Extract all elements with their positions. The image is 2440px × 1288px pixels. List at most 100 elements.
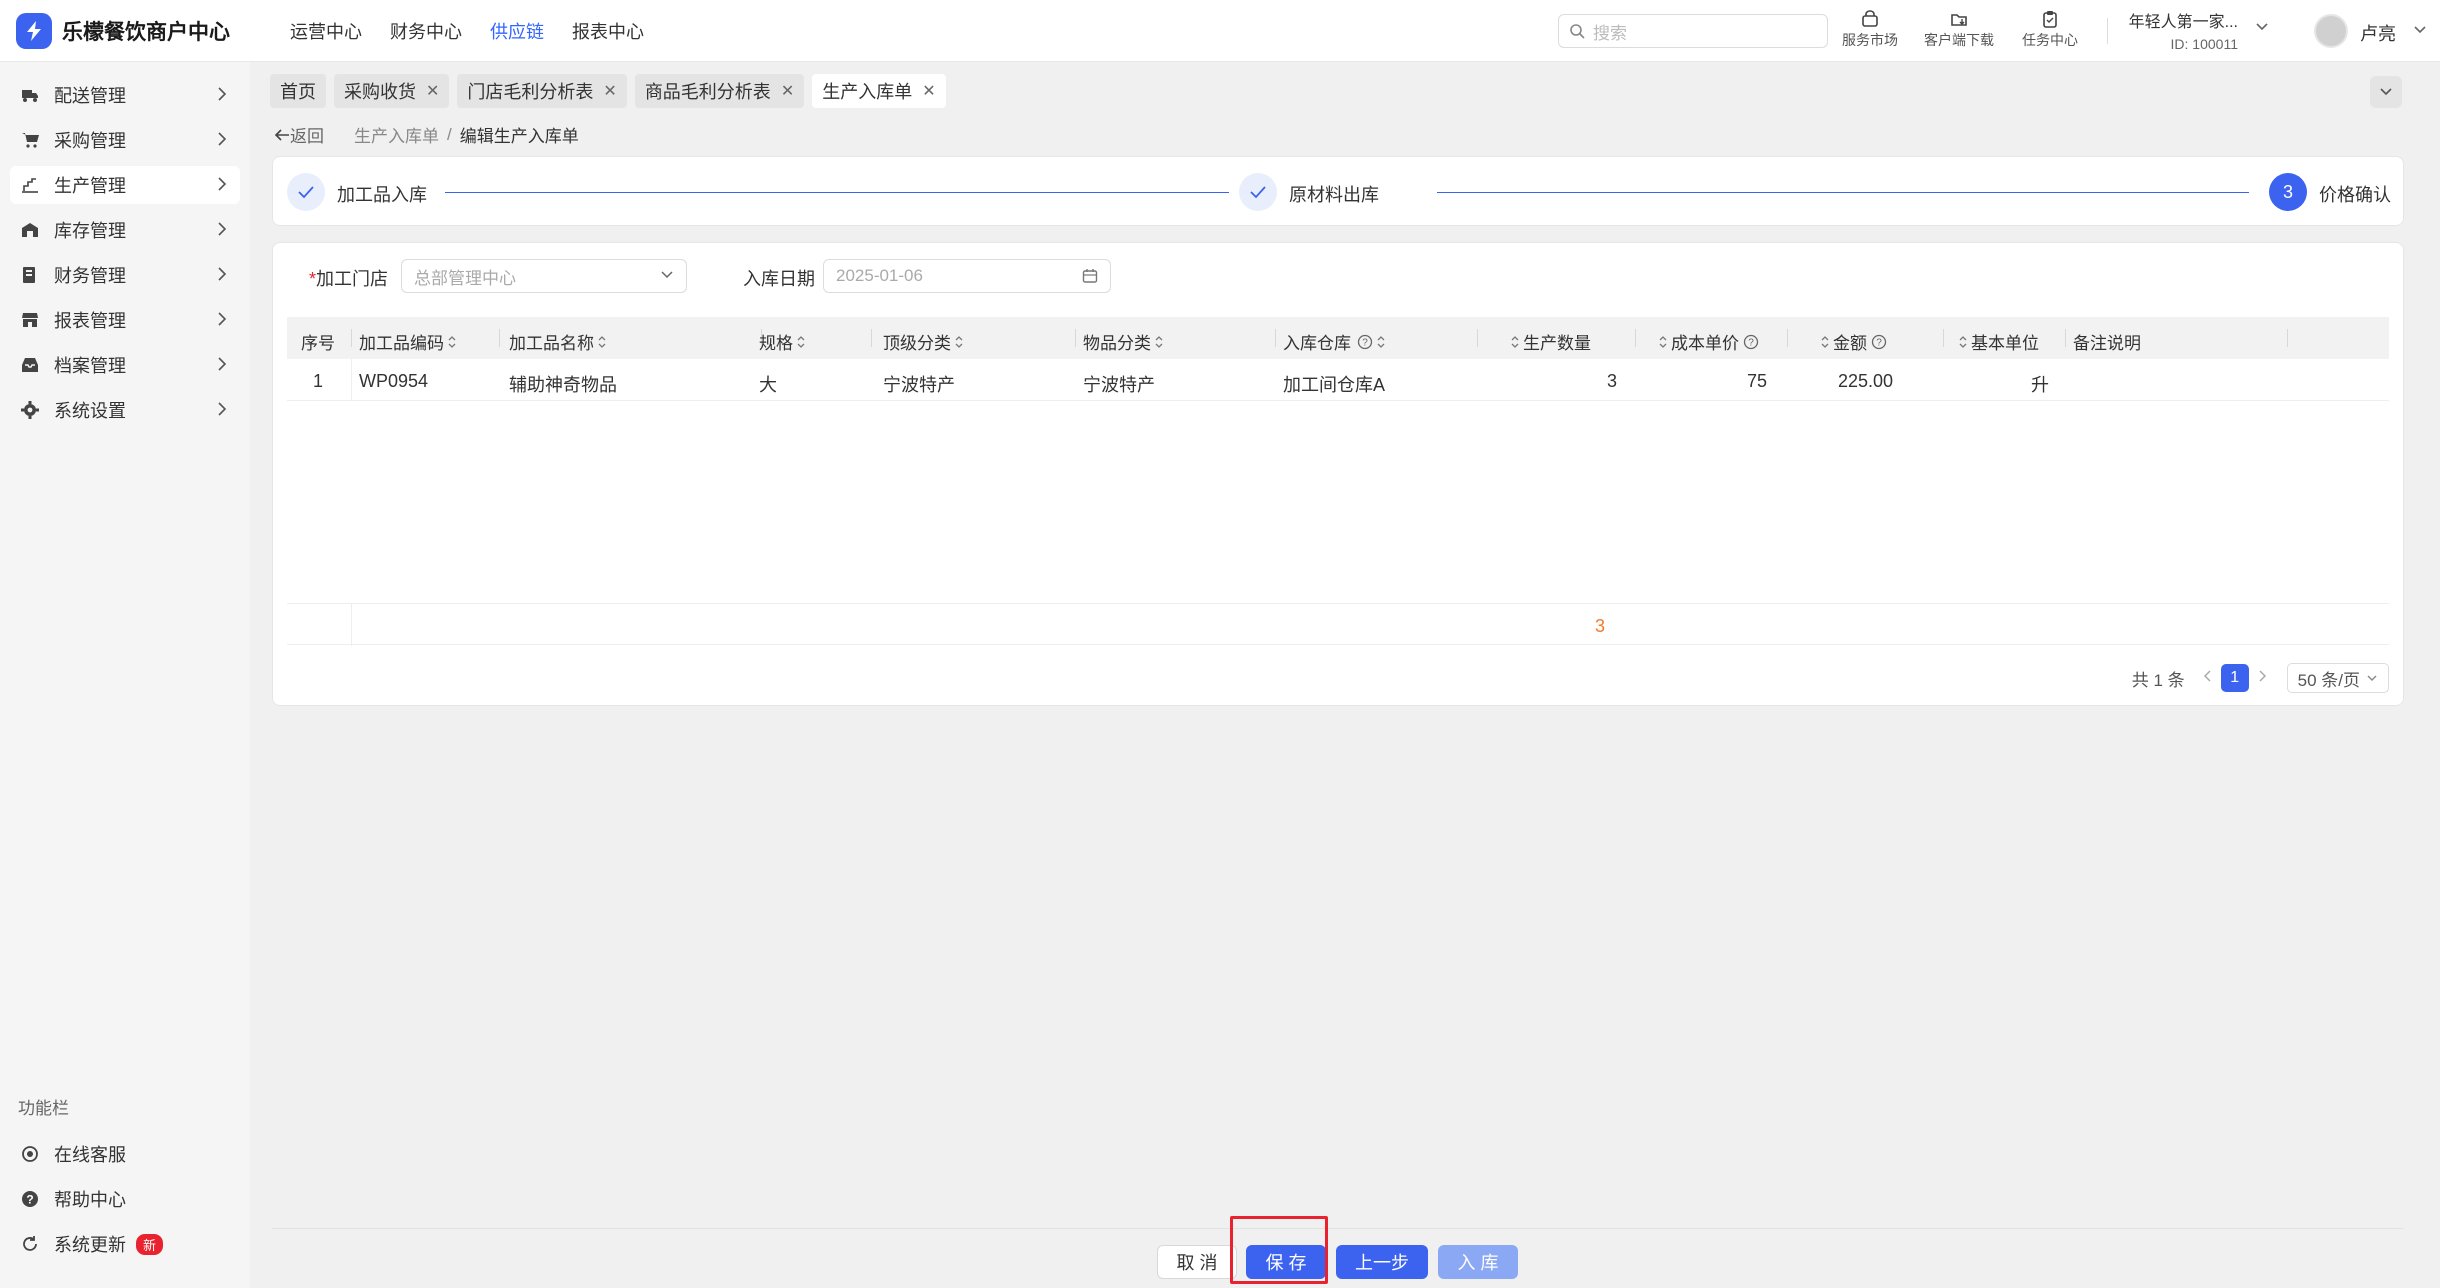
info-icon: ?	[1357, 334, 1373, 349]
tab-purchase-receive[interactable]: 采购收货 ✕	[334, 74, 450, 108]
sidebar-item-finance[interactable]: 财务管理	[10, 256, 240, 294]
tab-label: 门店毛利分析表	[467, 82, 594, 102]
client-download-label: 客户端下载	[1924, 32, 1994, 48]
sidebar-item-production[interactable]: 生产管理	[10, 166, 240, 204]
org-switcher[interactable]: 年轻人第一家... ID: 100011	[2128, 8, 2238, 52]
svg-text:?: ?	[1748, 337, 1754, 348]
breadcrumb: 返回 生产入库单 / 编辑生产入库单	[274, 122, 579, 147]
sidebar-item-online-service[interactable]: 在线客服	[10, 1135, 240, 1173]
chevron-down-icon[interactable]	[2414, 24, 2426, 36]
check-icon	[1250, 186, 1266, 199]
col-top-category[interactable]: 顶级分类	[883, 329, 967, 354]
page-tabs: 首页 采购收货 ✕ 门店毛利分析表 ✕ 商品毛利分析表 ✕ 生产入库单 ✕	[270, 74, 954, 108]
chevron-right-icon	[218, 177, 227, 191]
col-warehouse[interactable]: 入库仓库?	[1283, 329, 1389, 354]
page-number-button[interactable]: 1	[2220, 664, 2249, 692]
sidebar-item-inventory[interactable]: 库存管理	[10, 211, 240, 249]
back-label: 返回	[290, 127, 324, 146]
sidebar-item-archives[interactable]: 档案管理	[10, 346, 240, 384]
tab-home[interactable]: 首页	[270, 74, 326, 108]
sidebar-item-purchase[interactable]: 采购管理	[10, 121, 240, 159]
cart-icon	[20, 130, 40, 150]
col-code[interactable]: 加工品编码	[359, 329, 460, 354]
previous-step-button[interactable]: 上一步	[1336, 1245, 1428, 1279]
cell-base-unit: 升	[2031, 375, 2049, 395]
chevron-down-icon	[661, 271, 673, 279]
sidebar-item-settings[interactable]: 系统设置	[10, 391, 240, 429]
info-icon: ?	[1871, 334, 1887, 349]
column-divider	[1477, 329, 1478, 347]
table-row[interactable]: 1 WP0954 辅助神奇物品 大 宁波特产 宁波特产 加工间仓库A 3 75 …	[287, 359, 2389, 401]
col-base-unit[interactable]: 基本单位	[1955, 329, 2039, 354]
service-market-button[interactable]: 服务市场	[1842, 8, 1898, 50]
cell-index: 1	[313, 371, 324, 391]
sidebar-item-label: 配送管理	[54, 86, 126, 106]
col-index: 序号	[301, 334, 335, 353]
store-select[interactable]: 总部管理中心	[401, 259, 687, 293]
cell-spec: 大	[759, 375, 777, 395]
chart-icon	[20, 175, 40, 195]
cell-amount: 225.00	[1837, 371, 1893, 391]
cell-category: 宁波特产	[1083, 375, 1155, 395]
sidebar-item-delivery[interactable]: 配送管理	[10, 76, 240, 114]
close-icon[interactable]: ✕	[922, 81, 935, 101]
submit-receipt-button[interactable]: 入 库	[1438, 1245, 1518, 1279]
sidebar-item-reports[interactable]: 报表管理	[10, 301, 240, 339]
user-name[interactable]: 卢亮	[2360, 20, 2396, 46]
close-icon[interactable]: ✕	[603, 81, 616, 101]
sort-icon	[1959, 335, 1967, 348]
sidebar-item-update[interactable]: 系统更新 新	[10, 1225, 240, 1263]
close-icon[interactable]: ✕	[781, 81, 794, 101]
col-name-label: 加工品名称	[509, 334, 594, 353]
table-summary-row: 3	[287, 603, 2389, 646]
sort-icon	[797, 335, 805, 348]
top-nav: 运营中心 财务中心 供应链 报表中心	[290, 18, 672, 44]
breadcrumb-parent[interactable]: 生产入库单	[354, 122, 439, 147]
sort-icon	[1821, 335, 1829, 348]
search-input[interactable]: 搜索	[1558, 14, 1828, 48]
tab-production-receipt[interactable]: 生产入库单 ✕	[812, 74, 946, 108]
logo-icon	[16, 12, 52, 49]
back-button[interactable]: 返回	[274, 122, 324, 147]
sidebar-item-help[interactable]: ? 帮助中心	[10, 1180, 240, 1218]
client-download-button[interactable]: 客户端下载	[1924, 8, 1994, 50]
avatar[interactable]	[2314, 14, 2348, 48]
next-page-button[interactable]	[2257, 668, 2267, 688]
col-unit-price[interactable]: 成本单价?	[1655, 329, 1759, 354]
prev-page-button[interactable]	[2203, 668, 2213, 688]
topnav-supply-chain[interactable]: 供应链	[490, 18, 544, 44]
search-placeholder: 搜索	[1593, 23, 1627, 43]
topnav-reports[interactable]: 报表中心	[572, 18, 644, 44]
topnav-finance[interactable]: 财务中心	[390, 18, 462, 44]
download-icon	[1950, 8, 1968, 30]
topnav-operations[interactable]: 运营中心	[290, 18, 362, 44]
step-1-circle	[287, 173, 325, 211]
page-size-select[interactable]: 50 条/页	[2286, 663, 2389, 693]
sidebar-item-label: 库存管理	[54, 221, 126, 241]
col-quantity[interactable]: 生产数量	[1507, 329, 1591, 354]
sidebar-item-label: 报表管理	[54, 311, 126, 331]
col-spec[interactable]: 规格	[759, 329, 809, 354]
org-id: ID: 100011	[2170, 36, 2238, 52]
task-center-button[interactable]: 任务中心	[2022, 8, 2078, 50]
breadcrumb-separator: /	[447, 124, 452, 144]
tab-store-margin[interactable]: 门店毛利分析表 ✕	[457, 74, 627, 108]
col-name[interactable]: 加工品名称	[509, 329, 610, 354]
store-select-value: 总部管理中心	[414, 268, 516, 288]
close-icon[interactable]: ✕	[426, 81, 439, 101]
app-logo[interactable]: 乐檬餐饮商户中心	[16, 12, 256, 49]
tab-label: 商品毛利分析表	[644, 82, 771, 102]
step-3-label: 价格确认	[2319, 185, 2391, 205]
column-divider	[351, 329, 352, 347]
arrow-left-icon	[274, 128, 289, 141]
col-category[interactable]: 物品分类	[1083, 329, 1167, 354]
cell-warehouse: 加工间仓库A	[1283, 375, 1386, 395]
col-amount[interactable]: 金额?	[1817, 329, 1887, 354]
help-icon: ?	[20, 1189, 40, 1209]
check-icon	[298, 186, 314, 199]
chevron-down-icon[interactable]	[2255, 20, 2269, 34]
cancel-button[interactable]: 取 消	[1157, 1245, 1237, 1279]
date-picker[interactable]: 2025-01-06	[823, 259, 1111, 293]
tabs-menu-button[interactable]	[2370, 76, 2402, 108]
tab-product-margin[interactable]: 商品毛利分析表 ✕	[634, 74, 805, 108]
